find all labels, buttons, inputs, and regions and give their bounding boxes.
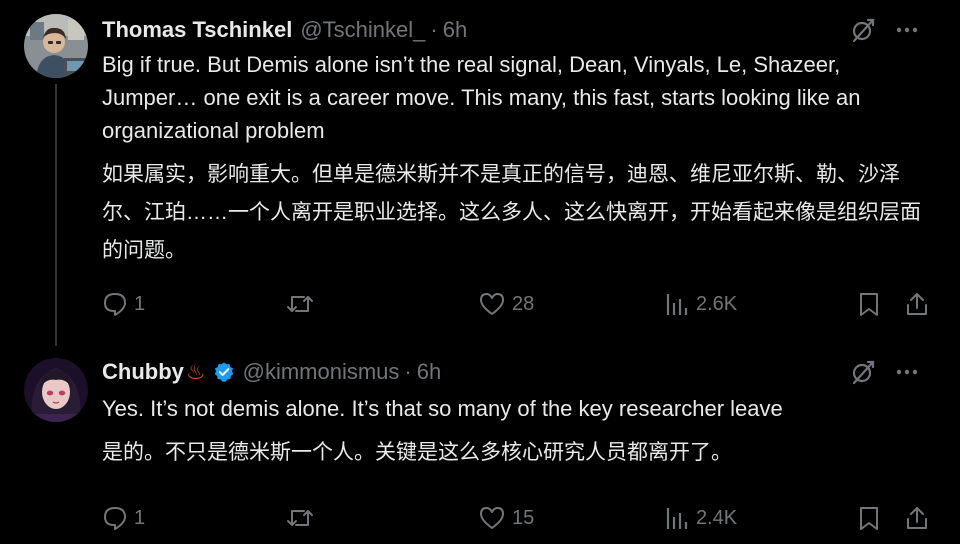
avatar-anime-girl-icon	[24, 358, 88, 422]
bookmark-icon	[860, 293, 878, 316]
share-button[interactable]	[904, 289, 930, 319]
bookmark-button[interactable]	[856, 503, 882, 533]
tweet-text-english: Yes. It’s not demis alone. It’s that so …	[102, 396, 783, 421]
reply-count: 1	[134, 506, 146, 529]
reply-button[interactable]: 1	[102, 289, 145, 319]
avatar[interactable]	[24, 14, 88, 78]
share-icon	[907, 293, 927, 315]
more-icon[interactable]	[894, 359, 920, 385]
views-button[interactable]: 2.4K	[664, 503, 737, 533]
grok-slash-icon[interactable]	[850, 17, 876, 43]
like-button[interactable]: 15	[478, 503, 534, 533]
bookmark-button[interactable]	[856, 289, 882, 319]
retweet-button[interactable]	[286, 503, 320, 533]
more-icon[interactable]	[894, 17, 920, 43]
like-button[interactable]: 28	[478, 289, 534, 319]
hot-springs-emoji: ♨	[185, 359, 206, 384]
tweet-header: Thomas Tschinkel @Tschinkel_ · 6h	[102, 16, 940, 44]
retweet-icon	[287, 296, 313, 312]
share-icon	[907, 507, 927, 529]
reply-count: 1	[134, 292, 146, 315]
avatar-man-at-desk-icon	[24, 14, 88, 78]
views-button[interactable]: 2.6K	[664, 289, 737, 319]
handle[interactable]: @Tschinkel_	[300, 17, 425, 43]
timestamp[interactable]: 6h	[443, 17, 467, 43]
like-count: 15	[512, 506, 535, 529]
retweet-icon	[287, 510, 313, 526]
tweet[interactable]: Thomas Tschinkel @Tschinkel_ · 6h Big if…	[0, 0, 960, 346]
heart-icon	[480, 293, 504, 315]
action-bar: 1 28 2.6K	[102, 289, 938, 319]
reply-button[interactable]: 1	[102, 503, 145, 533]
action-bar: 1 15 2.4K	[102, 503, 938, 533]
tweet[interactable]: Chubby ♨ @kimmonismus · 6h Yes. It’s not…	[0, 336, 960, 544]
thread-line	[55, 84, 57, 346]
separator-dot: ·	[404, 359, 412, 384]
heart-icon	[480, 507, 504, 529]
views-count: 2.4K	[696, 506, 738, 529]
timestamp[interactable]: 6h	[417, 359, 441, 385]
grok-slash-icon[interactable]	[850, 359, 876, 385]
views-count: 2.6K	[696, 292, 738, 315]
display-name[interactable]: Chubby	[102, 359, 184, 385]
handle[interactable]: @kimmonismus	[243, 359, 400, 385]
verified-badge-icon[interactable]	[213, 361, 235, 383]
tweet-text-english: Big if true. But Demis alone isn’t the r…	[102, 52, 861, 143]
reply-icon	[104, 293, 126, 316]
share-button[interactable]	[904, 503, 930, 533]
retweet-button[interactable]	[286, 289, 320, 319]
like-count: 28	[512, 292, 535, 315]
avatar[interactable]	[24, 358, 88, 422]
tweet-text-chinese: 如果属实，影响重大。但单是德米斯并不是真正的信号，迪恩、维尼亚尔斯、勒、沙泽尔、…	[102, 163, 921, 262]
header-actions	[850, 16, 920, 44]
views-icon	[666, 508, 688, 529]
views-icon	[666, 294, 688, 315]
bookmark-icon	[860, 507, 878, 530]
tweet-text-chinese: 是的。不只是德米斯一个人。关键是这么多核心研究人员都离开了。	[102, 441, 732, 464]
display-name[interactable]: Thomas Tschinkel	[102, 17, 292, 43]
separator-dot: ·	[430, 17, 438, 42]
reply-icon	[104, 507, 126, 530]
header-actions	[850, 358, 920, 386]
tweet-header: Chubby ♨ @kimmonismus · 6h	[102, 358, 940, 386]
